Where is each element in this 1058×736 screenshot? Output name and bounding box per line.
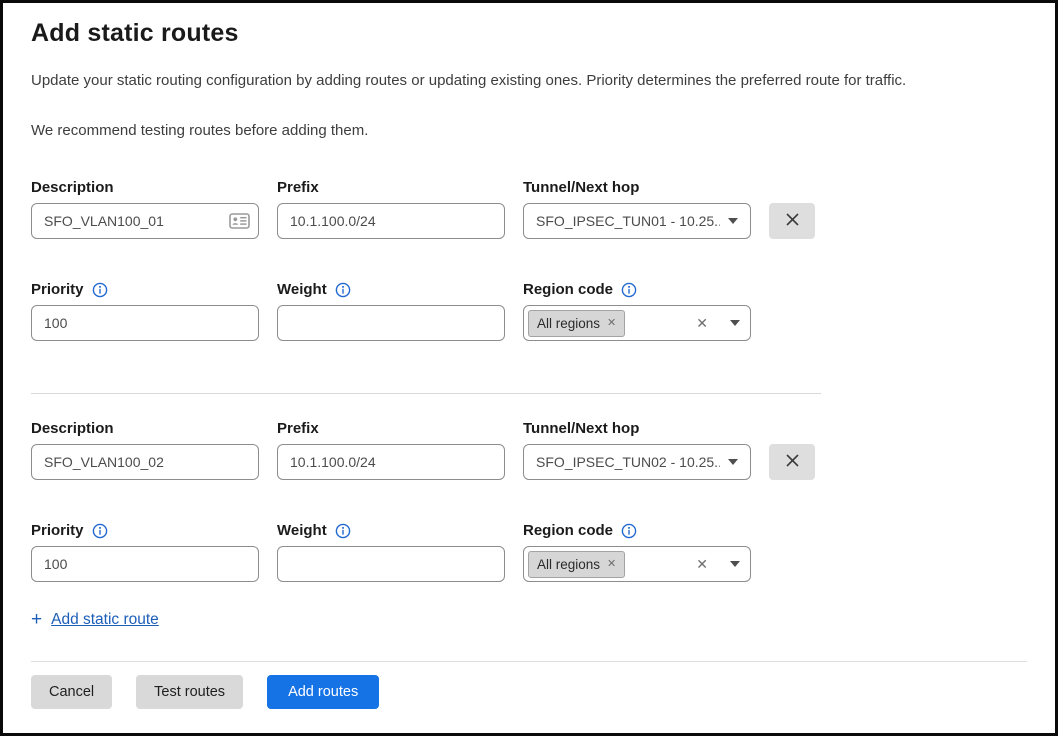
prefix-field: Prefix — [277, 177, 505, 239]
weight-field: Weight — [277, 279, 505, 341]
route-section-2: Description Prefix Tunnel/Next hop SFO_I… — [31, 418, 1027, 582]
region-label: Region code — [523, 281, 613, 298]
info-icon[interactable] — [335, 523, 351, 539]
description-input[interactable] — [31, 203, 259, 239]
region-chip-label: All regions — [537, 557, 600, 572]
prefix-label: Prefix — [277, 420, 319, 437]
dialog-description: Update your static routing configuration… — [31, 71, 1027, 91]
clear-icon[interactable]: ✕ — [696, 316, 708, 330]
close-icon — [784, 211, 801, 231]
region-select[interactable]: All regions ✕ ✕ — [523, 546, 751, 582]
info-icon[interactable] — [92, 282, 108, 298]
tunnel-label: Tunnel/Next hop — [523, 179, 639, 196]
priority-field: Priority — [31, 279, 259, 341]
remove-route-button[interactable] — [769, 203, 815, 239]
remove-route-button[interactable] — [769, 444, 815, 480]
tunnel-select-value: SFO_IPSEC_TUN01 - 10.25... — [536, 213, 720, 229]
description-input[interactable] — [31, 444, 259, 480]
tunnel-select[interactable]: SFO_IPSEC_TUN01 - 10.25... — [523, 203, 751, 239]
route-divider — [31, 393, 821, 394]
info-icon[interactable] — [92, 523, 108, 539]
dialog-recommendation: We recommend testing routes before addin… — [31, 121, 1027, 141]
prefix-input[interactable] — [277, 444, 505, 480]
chip-remove-icon[interactable]: ✕ — [607, 318, 616, 329]
region-chip: All regions ✕ — [528, 551, 625, 578]
priority-label: Priority — [31, 281, 84, 298]
region-label: Region code — [523, 522, 613, 539]
prefix-field: Prefix — [277, 418, 505, 480]
weight-label: Weight — [277, 281, 327, 298]
dialog-footer: Cancel Test routes Add routes — [31, 661, 1027, 709]
weight-label: Weight — [277, 522, 327, 539]
region-chip-label: All regions — [537, 316, 600, 331]
description-field: Description — [31, 177, 259, 239]
weight-input[interactable] — [277, 305, 505, 341]
tunnel-field: Tunnel/Next hop SFO_IPSEC_TUN02 - 10.25.… — [523, 418, 751, 480]
page-title: Add static routes — [31, 16, 1027, 50]
tunnel-select-value: SFO_IPSEC_TUN02 - 10.25... — [536, 454, 720, 470]
weight-field: Weight — [277, 520, 505, 582]
tunnel-label: Tunnel/Next hop — [523, 420, 639, 437]
chevron-down-icon — [730, 561, 740, 567]
chip-remove-icon[interactable]: ✕ — [607, 559, 616, 570]
priority-label: Priority — [31, 522, 84, 539]
region-chip: All regions ✕ — [528, 310, 625, 337]
chevron-down-icon — [728, 459, 738, 465]
tunnel-select[interactable]: SFO_IPSEC_TUN02 - 10.25... — [523, 444, 751, 480]
plus-icon: + — [31, 610, 42, 629]
close-icon — [784, 452, 801, 472]
description-label: Description — [31, 420, 114, 437]
region-field: Region code All regions ✕ — [523, 520, 751, 582]
info-icon[interactable] — [335, 282, 351, 298]
prefix-input[interactable] — [277, 203, 505, 239]
test-routes-button[interactable]: Test routes — [136, 675, 243, 709]
region-select[interactable]: All regions ✕ ✕ — [523, 305, 751, 341]
add-static-routes-dialog: Add static routes Update your static rou… — [3, 3, 1055, 709]
route-section-1: Description — [31, 177, 1027, 341]
priority-field: Priority — [31, 520, 259, 582]
priority-input[interactable] — [31, 546, 259, 582]
info-icon[interactable] — [621, 523, 637, 539]
info-icon[interactable] — [621, 282, 637, 298]
weight-input[interactable] — [277, 546, 505, 582]
tunnel-field: Tunnel/Next hop SFO_IPSEC_TUN01 - 10.25.… — [523, 177, 751, 239]
cancel-button[interactable]: Cancel — [31, 675, 112, 709]
add-static-route-link[interactable]: Add static route — [51, 611, 159, 629]
chevron-down-icon — [728, 218, 738, 224]
priority-input[interactable] — [31, 305, 259, 341]
chevron-down-icon — [730, 320, 740, 326]
region-field: Region code All regions ✕ — [523, 279, 751, 341]
clear-icon[interactable]: ✕ — [696, 557, 708, 571]
description-label: Description — [31, 179, 114, 196]
add-static-route-row: + Add static route — [31, 610, 1027, 629]
description-field: Description — [31, 418, 259, 480]
add-routes-button[interactable]: Add routes — [267, 675, 379, 709]
prefix-label: Prefix — [277, 179, 319, 196]
